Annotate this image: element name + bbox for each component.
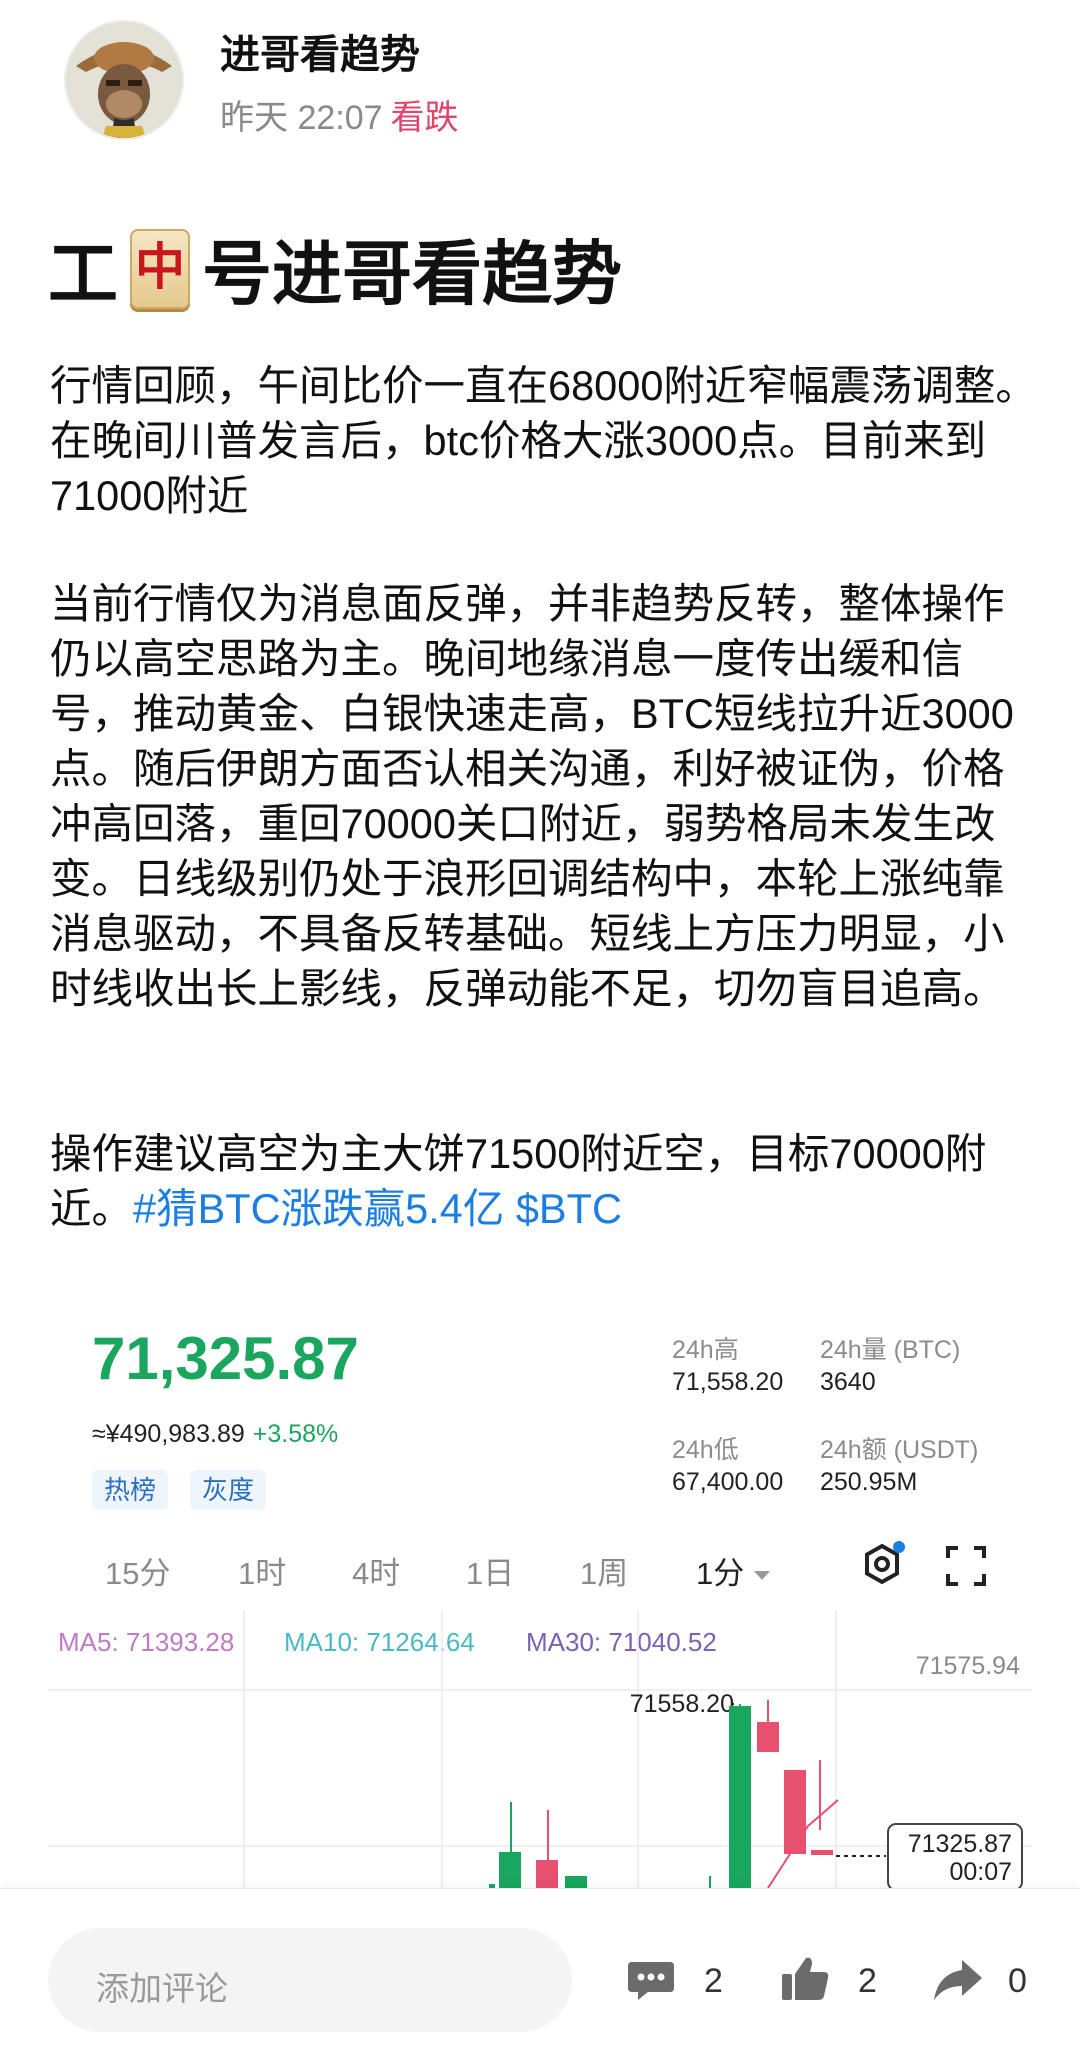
candle: [565, 1876, 587, 1888]
candle-group-right: [709, 1700, 839, 1888]
axis-top-label: 71575.94: [916, 1652, 1020, 1680]
stat-low-label: 24h低: [672, 1436, 739, 1464]
body-paragraph-3: 操作建议高空为主大饼71500附近空，目标70000附近。#猜BTC涨跌赢5.4…: [50, 1126, 1040, 1236]
mahjong-red-dragon-icon: 中: [130, 228, 190, 309]
high-mark-label: 71558.20: [630, 1690, 734, 1718]
hexagon-settings-icon: [865, 1541, 905, 1585]
stat-low-value: 67,400.00: [672, 1468, 784, 1496]
like-button[interactable]: [780, 1954, 830, 2004]
fullscreen-button[interactable]: [944, 1544, 988, 1588]
candle-group-left: [489, 1802, 587, 1888]
candle: [811, 1850, 833, 1855]
tab-15min[interactable]: 15分: [105, 1548, 170, 1593]
indicator-settings-button[interactable]: [858, 1540, 906, 1588]
title-part-1: 工: [48, 235, 118, 313]
cny-price: ≈¥490,983.89: [92, 1420, 245, 1448]
tab-4hour[interactable]: 4时: [352, 1548, 400, 1593]
stat-volume-value: 3640: [820, 1368, 876, 1396]
current-price: 71,325.87: [92, 1325, 359, 1392]
candle: [757, 1722, 779, 1752]
stat-high-label: 24h高: [672, 1336, 739, 1364]
body-paragraph-2: 当前行情仅为消息面反弹，并非趋势反转，整体操作仍以高空思路为主。晚间地缘消息一度…: [50, 580, 1014, 1012]
stat-volume-label: 24h量 (BTC): [820, 1336, 961, 1364]
price-change: +3.58%: [252, 1420, 339, 1448]
chip-hot-list[interactable]: 热榜: [92, 1470, 169, 1510]
chart-grid: [48, 1610, 1032, 1888]
candle: [536, 1860, 558, 1888]
price-chart[interactable]: 71575.94 71558.20 71325.87 00:07: [48, 1610, 1032, 1888]
chevron-down-icon: [754, 1571, 771, 1581]
post-meta: 昨天 22:07 看跌: [220, 90, 459, 139]
sentiment-tag[interactable]: 看跌: [391, 99, 459, 137]
comment-button[interactable]: [626, 1958, 676, 2002]
author-avatar[interactable]: [64, 20, 184, 140]
share-count: 0: [1008, 1962, 1027, 2000]
candle-countdown: 00:07: [949, 1858, 1012, 1886]
comment-bubble-icon: [628, 1962, 674, 2000]
chip-grayscale[interactable]: 灰度: [190, 1470, 267, 1510]
cny-price-row: ≈¥490,983.89 +3.58%: [92, 1420, 338, 1449]
candle: [729, 1706, 751, 1888]
tab-1week[interactable]: 1周: [580, 1548, 628, 1593]
share-button[interactable]: [932, 1958, 984, 2002]
mahjong-tile-char: 中: [135, 238, 185, 295]
topic-link[interactable]: #猜BTC涨跌赢5.4亿: [133, 1185, 504, 1232]
candle: [784, 1770, 806, 1854]
tab-1day[interactable]: 1日: [466, 1548, 514, 1593]
cashtag-link[interactable]: $BTC: [516, 1185, 622, 1232]
post-title: 工 中 号进哥看趋势: [48, 218, 622, 319]
like-count: 2: [858, 1962, 877, 2000]
selected-timeframe: 1分: [696, 1556, 745, 1591]
author-name[interactable]: 进哥看趋势: [220, 22, 420, 80]
stat-high-value: 71,558.20: [672, 1368, 784, 1396]
stat-amount-label: 24h额 (USDT): [820, 1436, 979, 1464]
current-price-value: 71325.87: [908, 1830, 1012, 1858]
fullscreen-icon: [946, 1546, 986, 1586]
candle: [499, 1852, 521, 1888]
comment-placeholder: 添加评论: [96, 1970, 228, 2007]
body-paragraph-1: 行情回顾，午间比价一直在68000附近窄幅震荡调整。在晚间川普发言后，btc价格…: [50, 362, 1037, 519]
comment-count: 2: [704, 1962, 723, 2000]
stat-amount-value: 250.95M: [820, 1468, 918, 1496]
tab-1hour[interactable]: 1时: [238, 1548, 286, 1593]
ape-avatar-icon: [66, 22, 182, 138]
title-part-2: 号进哥看趋势: [202, 235, 622, 313]
tab-1min-dropdown[interactable]: 1分: [696, 1548, 771, 1593]
post-time: 昨天 22:07: [220, 99, 383, 137]
thumbs-up-icon: [782, 1957, 829, 2000]
current-price-label: 71325.87 00:07: [887, 1823, 1023, 1888]
share-arrow-icon: [934, 1960, 982, 2000]
